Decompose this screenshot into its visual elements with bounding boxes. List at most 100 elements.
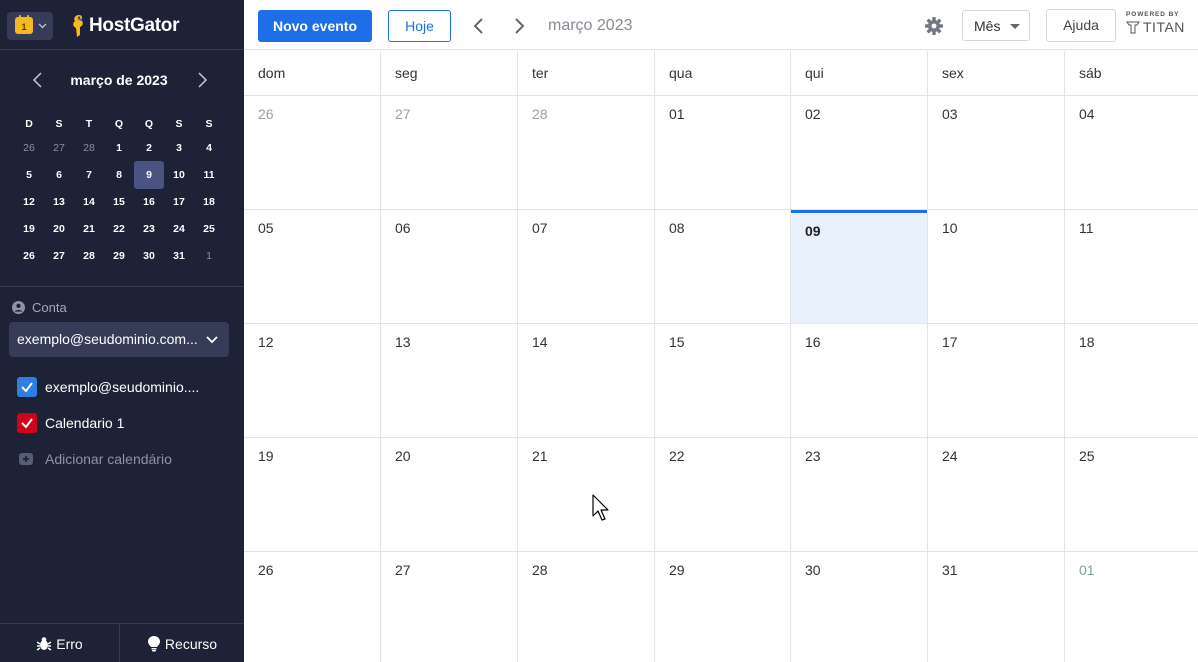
day-cell[interactable]: 14 <box>518 324 655 437</box>
day-cell[interactable]: 30 <box>791 552 928 662</box>
day-number: 03 <box>942 106 958 122</box>
mini-day[interactable]: 1 <box>194 244 224 268</box>
report-bug-button[interactable]: Erro <box>0 624 120 662</box>
mini-day[interactable]: 21 <box>74 217 104 241</box>
mini-day[interactable]: 30 <box>134 244 164 268</box>
day-cell[interactable]: 05 <box>244 210 381 323</box>
view-select[interactable]: Mês <box>962 10 1030 41</box>
day-cell[interactable]: 04 <box>1065 96 1198 209</box>
mini-day[interactable]: 14 <box>74 190 104 214</box>
mini-day[interactable]: 17 <box>164 190 194 214</box>
account-select[interactable]: exemplo@seudominio.com... <box>9 322 229 357</box>
mini-day[interactable]: 16 <box>134 190 164 214</box>
day-cell[interactable]: 29 <box>655 552 791 662</box>
help-button[interactable]: Ajuda <box>1046 9 1116 42</box>
mini-day[interactable]: 6 <box>44 163 74 187</box>
day-cell[interactable]: 15 <box>655 324 791 437</box>
day-cell[interactable]: 10 <box>928 210 1065 323</box>
calendar-item-calendario-1[interactable]: Calendario 1 <box>17 413 124 433</box>
gear-icon[interactable] <box>924 16 944 36</box>
sidebar-footer: Erro Recurso <box>0 623 244 662</box>
today-button[interactable]: Hoje <box>388 10 451 42</box>
next-month-icon[interactable] <box>509 15 529 37</box>
day-number: 04 <box>1079 106 1095 122</box>
mini-day[interactable]: 24 <box>164 217 194 241</box>
new-event-button[interactable]: Novo evento <box>258 10 372 42</box>
day-cell[interactable]: 01 <box>1065 552 1198 662</box>
day-cell[interactable]: 19 <box>244 438 381 551</box>
mini-day[interactable]: 23 <box>134 217 164 241</box>
day-cell[interactable]: 21 <box>518 438 655 551</box>
mini-day[interactable]: 13 <box>44 190 74 214</box>
weekday-header: sex <box>928 51 1065 96</box>
caret-down-icon <box>1010 24 1020 29</box>
mini-day[interactable]: 20 <box>44 217 74 241</box>
mini-day[interactable]: 15 <box>104 190 134 214</box>
day-cell[interactable]: 20 <box>381 438 518 551</box>
day-cell[interactable]: 11 <box>1065 210 1198 323</box>
mini-day[interactable]: 2 <box>134 136 164 160</box>
day-cell[interactable]: 08 <box>655 210 791 323</box>
week-row: 05 06 07 08 09 10 11 <box>244 210 1198 324</box>
day-cell[interactable]: 17 <box>928 324 1065 437</box>
day-cell[interactable]: 28 <box>518 552 655 662</box>
prev-month-icon[interactable] <box>469 15 489 37</box>
calendar-checkbox[interactable] <box>17 377 37 397</box>
feature-request-button[interactable]: Recurso <box>120 624 244 662</box>
day-cell[interactable]: 06 <box>381 210 518 323</box>
day-cell-today[interactable]: 09 <box>791 210 928 323</box>
add-calendar-button[interactable]: Adicionar calendário <box>19 449 172 469</box>
day-cell[interactable]: 31 <box>928 552 1065 662</box>
day-cell[interactable]: 16 <box>791 324 928 437</box>
mini-calendar: março de 2023 D S T Q Q S S 26 27 28 1 2 3 4 5 6 7 8 9 10 11… <box>0 62 244 262</box>
mini-day[interactable]: 7 <box>74 163 104 187</box>
mini-day[interactable]: 3 <box>164 136 194 160</box>
mini-day-selected[interactable]: 9 <box>134 161 164 189</box>
day-cell[interactable]: 27 <box>381 552 518 662</box>
day-cell[interactable]: 02 <box>791 96 928 209</box>
mini-day[interactable]: 1 <box>104 136 134 160</box>
mini-day[interactable]: 12 <box>14 190 44 214</box>
day-number: 25 <box>1079 448 1095 464</box>
app-switcher[interactable]: 1 <box>7 12 53 40</box>
day-cell[interactable]: 27 <box>381 96 518 209</box>
day-number: 17 <box>942 334 958 350</box>
mini-day[interactable]: 28 <box>74 136 104 160</box>
day-number: 05 <box>258 220 274 236</box>
mini-day[interactable]: 27 <box>44 244 74 268</box>
day-cell[interactable]: 01 <box>655 96 791 209</box>
bug-icon <box>36 636 52 651</box>
day-cell[interactable]: 13 <box>381 324 518 437</box>
mini-day[interactable]: 26 <box>14 136 44 160</box>
mini-day[interactable]: 27 <box>44 136 74 160</box>
day-cell[interactable]: 25 <box>1065 438 1198 551</box>
mini-day[interactable]: 5 <box>14 163 44 187</box>
day-cell[interactable]: 22 <box>655 438 791 551</box>
mini-day[interactable]: 19 <box>14 217 44 241</box>
day-cell[interactable]: 28 <box>518 96 655 209</box>
day-cell[interactable]: 18 <box>1065 324 1198 437</box>
day-cell[interactable]: 26 <box>244 96 381 209</box>
mini-day[interactable]: 8 <box>104 163 134 187</box>
mini-day[interactable]: 31 <box>164 244 194 268</box>
mini-day[interactable]: 28 <box>74 244 104 268</box>
mini-next-month-icon[interactable] <box>192 70 212 90</box>
day-cell[interactable]: 24 <box>928 438 1065 551</box>
month-weeks: 26 27 28 01 02 03 04 05 06 07 08 09 10 11 12 13 14 15 16 17… <box>244 96 1198 662</box>
mini-day[interactable]: 4 <box>194 136 224 160</box>
day-cell[interactable]: 23 <box>791 438 928 551</box>
day-cell[interactable]: 07 <box>518 210 655 323</box>
mini-day[interactable]: 11 <box>194 163 224 187</box>
mini-day[interactable]: 22 <box>104 217 134 241</box>
mini-day[interactable]: 25 <box>194 217 224 241</box>
calendar-item-account[interactable]: exemplo@seudominio.... <box>17 377 199 397</box>
mini-day[interactable]: 29 <box>104 244 134 268</box>
mini-day[interactable]: 18 <box>194 190 224 214</box>
day-cell[interactable]: 03 <box>928 96 1065 209</box>
week-row: 26 27 28 29 30 31 01 <box>244 552 1198 662</box>
mini-day[interactable]: 10 <box>164 163 194 187</box>
day-cell[interactable]: 12 <box>244 324 381 437</box>
calendar-checkbox[interactable] <box>17 413 37 433</box>
day-cell[interactable]: 26 <box>244 552 381 662</box>
mini-day[interactable]: 26 <box>14 244 44 268</box>
